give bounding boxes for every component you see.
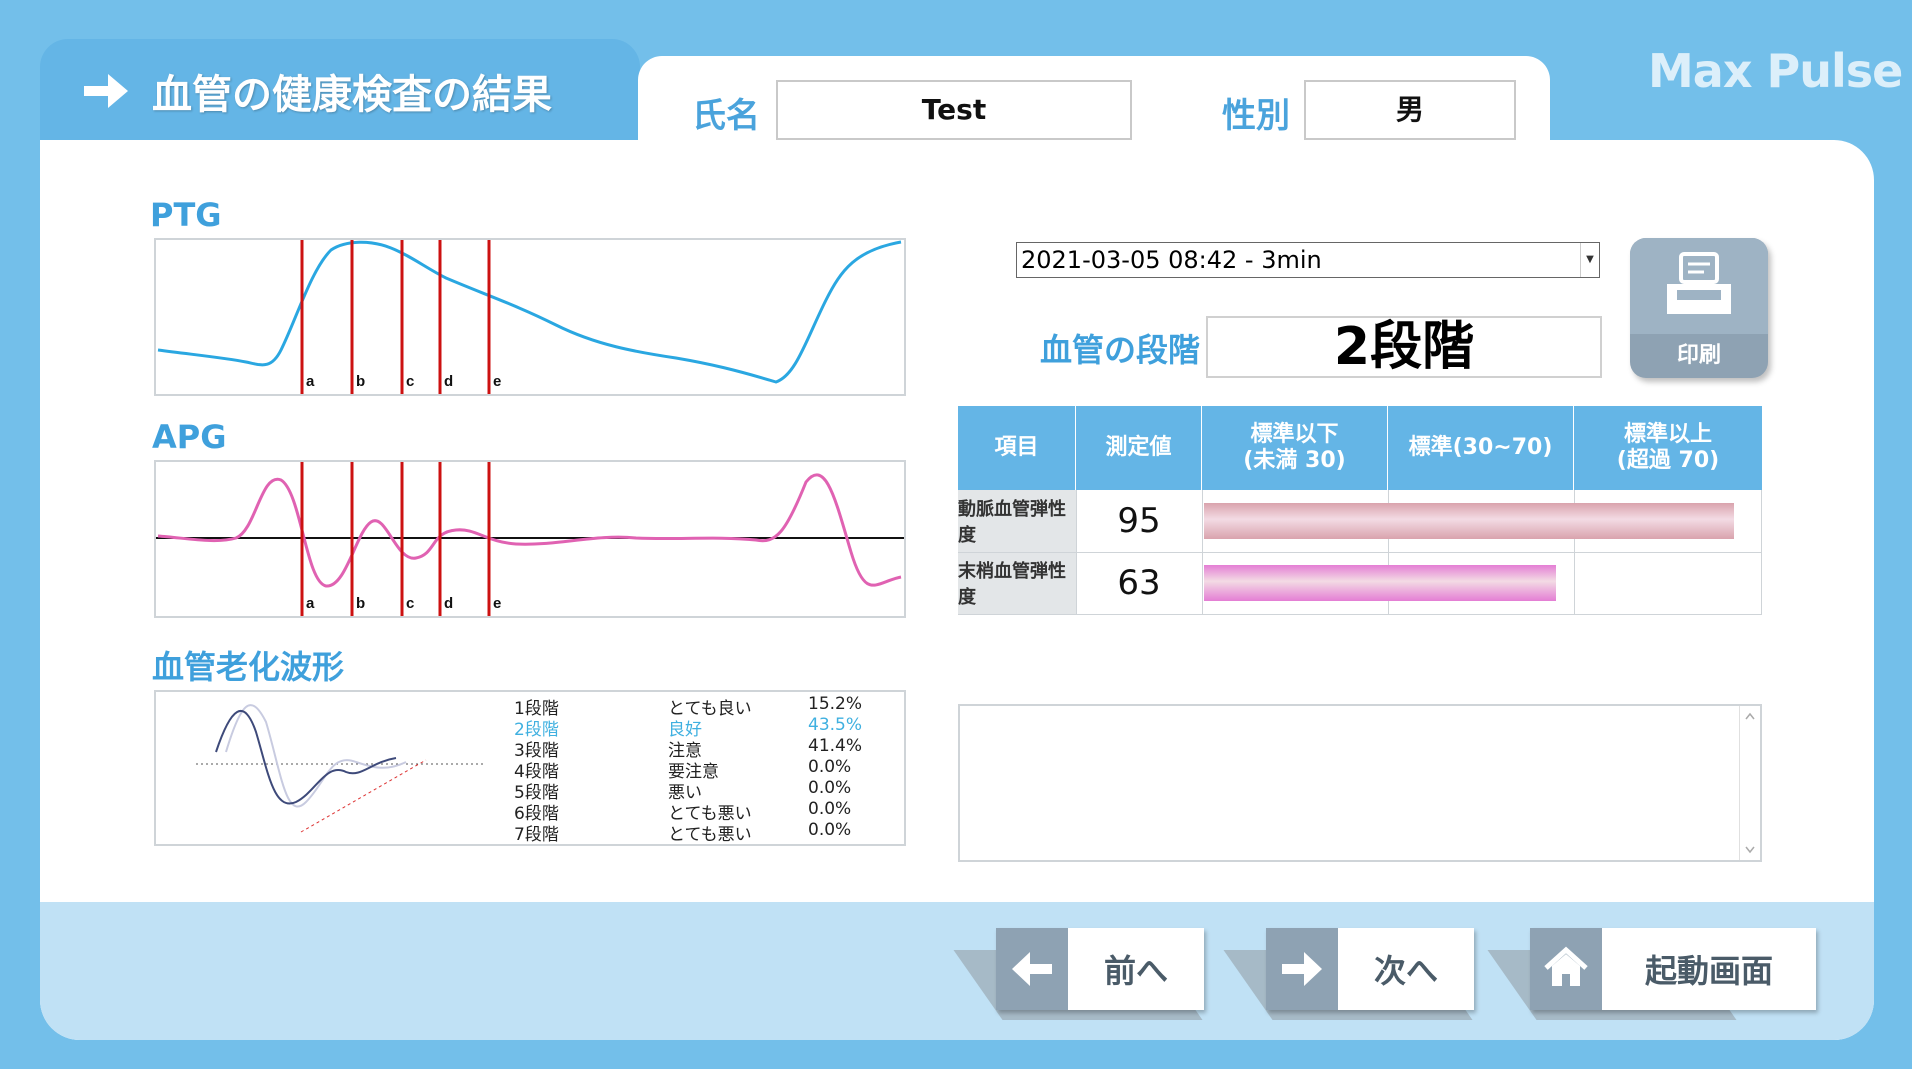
row-arterial-value: 95 <box>1076 490 1202 552</box>
printer-icon <box>1667 252 1731 314</box>
ptg-marker-a: a <box>306 373 315 390</box>
apg-title: APG <box>152 418 227 456</box>
session-select[interactable]: 2021-03-05 08:42 - 3min ▼ <box>1016 242 1600 278</box>
apg-marker-a: a <box>306 595 315 612</box>
header-standard: 標準(30~70) <box>1388 406 1574 490</box>
aging-stage-2-percent: 43.5% <box>808 715 863 735</box>
aging-title: 血管老化波形 <box>152 648 345 686</box>
name-field: Test <box>776 80 1132 140</box>
header-value: 測定値 <box>1076 406 1202 490</box>
peripheral-elasticity-bar <box>1204 565 1556 601</box>
aging-stage-4-percent: 0.0% <box>808 757 852 777</box>
chevron-down-icon <box>1745 846 1755 854</box>
apg-marker-d: d <box>444 595 453 612</box>
arrow-left-icon <box>1012 952 1052 986</box>
ptg-marker-e: e <box>493 373 501 390</box>
next-label: 次へ <box>1373 952 1438 990</box>
aging-stage-7-percent: 0.0% <box>808 820 852 840</box>
header-above-line2: (超過 70) <box>1616 448 1720 473</box>
print-label: 印刷 <box>1676 343 1721 368</box>
session-select-value: 2021-03-05 08:42 - 3min <box>1021 246 1322 274</box>
prev-label: 前へ <box>1103 952 1168 990</box>
header-above-line1: 標準以上 <box>1623 422 1712 447</box>
chevron-up-icon <box>1745 712 1755 720</box>
notes-textarea[interactable] <box>958 704 1762 862</box>
print-button[interactable]: 印刷 <box>1630 238 1768 378</box>
next-button[interactable]: 次へ <box>1266 928 1474 1010</box>
chevron-down-icon[interactable]: ▼ <box>1580 243 1599 277</box>
gender-field: 男 <box>1304 80 1516 140</box>
aging-stage-7-label: 7段階 <box>514 825 559 845</box>
apg-marker-b: b <box>356 595 365 612</box>
ptg-title: PTG <box>150 196 222 234</box>
home-button[interactable]: 起動画面 <box>1530 928 1816 1010</box>
header-below-line1: 標準以下 <box>1250 422 1339 447</box>
ptg-marker-d: d <box>444 373 453 390</box>
name-label: 氏名 <box>692 96 760 136</box>
aging-stage-5-percent: 0.0% <box>808 778 852 798</box>
apg-marker-c: c <box>406 595 414 612</box>
aging-stage-3-percent: 41.4% <box>808 736 863 756</box>
brand-logo: Max Pulse <box>1648 44 1903 98</box>
row-peripheral-value: 63 <box>1076 552 1202 614</box>
prev-button[interactable]: 前へ <box>996 928 1204 1010</box>
notes-scrollbar[interactable] <box>1739 706 1760 860</box>
ptg-marker-lines <box>300 240 491 394</box>
aging-stage-7-grade: とても悪い <box>668 825 752 845</box>
ptg-marker-b: b <box>356 373 365 390</box>
vascular-stage-label: 血管の段階 <box>1040 331 1201 369</box>
apg-chart: a b c d e <box>154 460 906 618</box>
aging-chart: 1段階 とても良い 15.2% 2段階 良好 43.5% 3段階 注意 41.4% 4段階 要注意 0… <box>154 690 906 846</box>
aging-stage-6-percent: 0.0% <box>808 799 852 819</box>
arterial-elasticity-bar <box>1204 503 1734 539</box>
vascular-stage-value: 2段階 <box>1206 316 1602 378</box>
row-arterial-label: 動脈血管弾性度 <box>958 490 1076 552</box>
home-label: 起動画面 <box>1644 952 1773 990</box>
header-below-standard: 標準以下 (未満 30) <box>1202 406 1388 490</box>
arrow-right-icon <box>84 74 128 108</box>
home-icon <box>1544 946 1588 986</box>
aging-waveform-illustration <box>196 704 486 833</box>
apg-marker-e: e <box>493 595 501 612</box>
page-title: 血管の健康検査の結果 <box>152 72 552 118</box>
header-item: 項目 <box>958 406 1076 490</box>
ptg-marker-c: c <box>406 373 414 390</box>
aging-stage-1-percent: 15.2% <box>808 694 863 714</box>
gender-label: 性別 <box>1222 96 1290 136</box>
ptg-chart: a b c d e <box>154 238 906 396</box>
apg-waveform <box>157 473 902 588</box>
ptg-waveform <box>157 240 902 384</box>
header-above-standard: 標準以上 (超過 70) <box>1574 406 1762 490</box>
arrow-right-icon <box>1282 952 1322 986</box>
header-below-line2: (未満 30) <box>1243 448 1346 473</box>
elasticity-table: 項目 測定値 標準以下 (未満 30) 標準(30~70) 標準以上 (超過 7… <box>958 406 1762 616</box>
row-peripheral-label: 末梢血管弾性度 <box>958 552 1076 614</box>
